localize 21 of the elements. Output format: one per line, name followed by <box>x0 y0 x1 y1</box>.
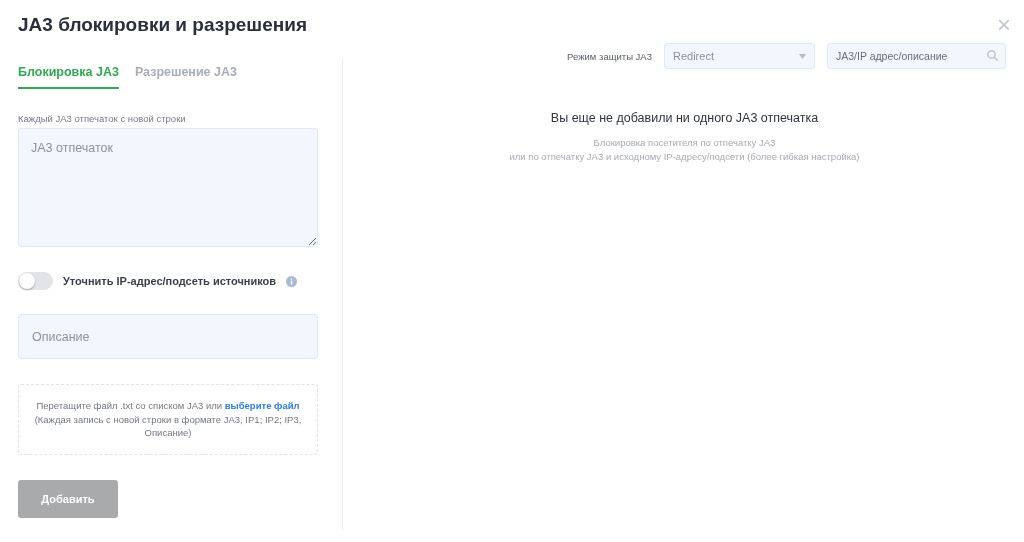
empty-description: или по отпечатку JA3 и исходному IP-адресу/подсети (более гибкая настройка) <box>509 151 860 162</box>
file-dropzone[interactable]: Перетащите файл .txt со списком JA3 или выберите файл (Каждая запись с новой строки в формате JA3, IP1; IP2; IP3, Описание) <box>18 384 318 455</box>
description-field[interactable]: Описание <box>18 314 318 359</box>
info-icon[interactable] <box>286 275 298 287</box>
tab[interactable]: Разрешение JA3 <box>134 60 237 89</box>
search-field[interactable]: JA3/IP адрес/описание <box>827 43 1006 69</box>
search-icon <box>987 50 998 61</box>
field-label: Каждый JA3 отпечаток с новой строки <box>18 113 187 124</box>
caret-icon <box>799 53 806 59</box>
toggle-label: Уточнить IP-адрес/подсеть источников <box>63 275 277 287</box>
close-button[interactable]: × <box>997 13 1011 37</box>
mode-select[interactable]: Redirect <box>664 43 815 69</box>
fingerprint-field[interactable]: JA3 отпечаток <box>18 128 318 247</box>
dropzone-text: Перетащите файл .txt со списком JA3 или выберите файл (Каждая запись с новой строки в формате JA3, IP1; IP2; IP3, Описание) <box>33 398 303 441</box>
dialog-title: JA3 блокировки и разрешения <box>18 14 307 36</box>
empty-description: Блокировка посетителя по отпечатку JA3 <box>593 137 776 148</box>
mode-label: Режим защиты JA3 <box>567 50 652 62</box>
tab[interactable]: Блокировка JA3 <box>18 60 119 89</box>
toggle-switch[interactable] <box>18 272 53 290</box>
empty-title: Вы еще не добавили ни одного JA3 отпечатка <box>550 111 819 125</box>
choose-file-link[interactable]: выберите файл <box>224 399 300 411</box>
